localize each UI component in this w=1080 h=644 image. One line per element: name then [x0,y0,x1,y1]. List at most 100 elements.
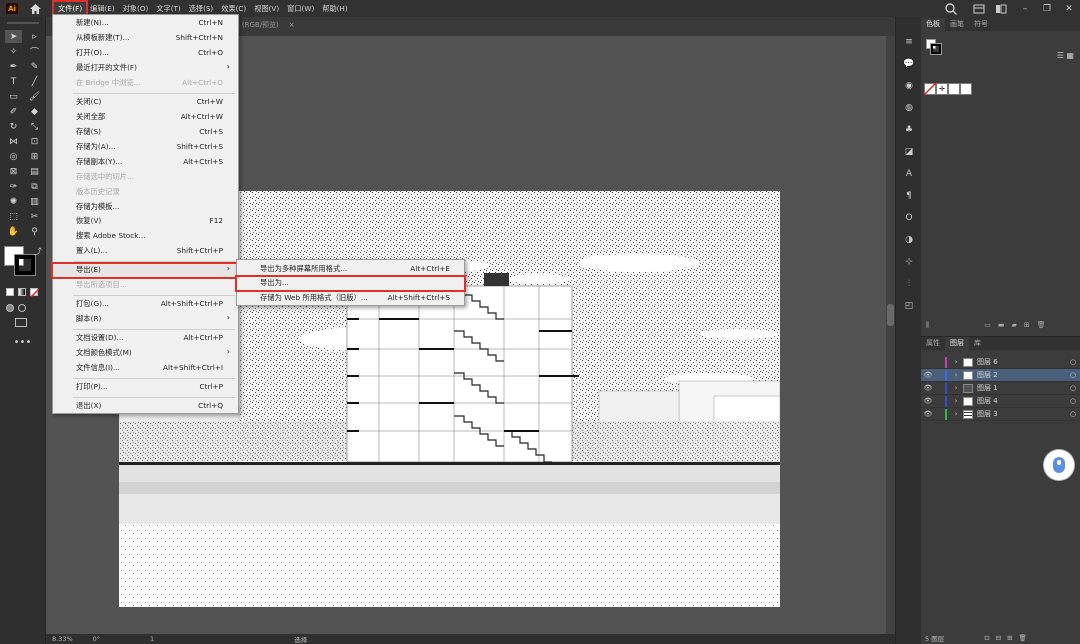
search-icon[interactable] [944,2,958,16]
shaper-tool-icon[interactable]: ✐ [5,105,22,118]
artboard-number[interactable]: 1 [150,635,154,643]
target-icon[interactable]: ○ [1066,371,1080,379]
magic-wand-tool-icon[interactable]: ✧ [5,45,22,58]
eraser-tool-icon[interactable]: ◆ [26,105,43,118]
workspace-icon[interactable] [994,2,1008,16]
opentype-icon[interactable]: O [896,207,922,229]
menu-item-export-as[interactable]: 导出为... [235,275,466,292]
zoom-tool-icon[interactable]: ⚲ [26,225,43,238]
menu-item-save-for-web[interactable]: 存储为 Web 所用格式（旧版）... Alt+Shift+Ctrl+S [237,292,464,305]
fill-stroke-control[interactable]: ⤴ [4,246,44,282]
width-tool-icon[interactable]: ⋈ [5,135,22,148]
layer-row[interactable]: 👁 › 图层 4 ○ [921,395,1080,408]
layer-row[interactable]: 👁 › 图层 3 ○ [921,408,1080,421]
target-icon[interactable]: ○ [1066,397,1080,405]
canvas-vertical-scrollbar[interactable] [886,36,895,634]
document-tab[interactable]: s (RGB/预览) × [236,20,295,36]
layer-name[interactable]: 图层 3 [977,409,1066,419]
zoom-level[interactable]: 8.33% [52,635,73,643]
menu-item-document-color-mode[interactable]: 文档颜色模式(M) › [53,347,238,360]
expand-arrow-icon[interactable]: › [951,384,961,392]
menu-icon[interactable]: ≡ [896,31,922,53]
screen-mode-icon[interactable] [15,318,27,327]
layer-row[interactable]: 👁 › 图层 2 ○ [921,369,1080,382]
gradient-mode-icon[interactable] [18,288,26,296]
layer-row[interactable]: 👁 › 图层 1 ○ [921,382,1080,395]
tab-libraries[interactable]: 库 [969,337,986,350]
tab-symbols[interactable]: 符号 [969,18,993,31]
menu-item-revert[interactable]: 恢复(V) F12 [53,215,238,228]
none-mode-icon[interactable] [30,288,39,297]
visibility-icon[interactable]: 👁 [921,397,935,405]
layer-name[interactable]: 图层 6 [977,357,1066,367]
arrange-documents-icon[interactable] [972,2,986,16]
shape-builder-tool-icon[interactable]: ◎ [5,150,22,163]
blend-tool-icon[interactable]: ⧉ [26,180,43,193]
new-group-icon[interactable]: ▬ [998,321,1005,330]
menu-item-save-as-template[interactable]: 存储为模板... [53,201,238,214]
menu-item-document-setup[interactable]: 文档设置(D)... Alt+Ctrl+P [53,332,238,345]
comments-icon[interactable]: 💬 [896,53,922,75]
visibility-icon[interactable]: 👁 [921,371,935,379]
close-icon[interactable]: ✕ [1062,2,1076,16]
character-icon[interactable]: A [896,163,922,185]
align-icon[interactable]: ⫶ [896,273,922,295]
color-mode-icon[interactable] [6,288,14,296]
menu-item-search-adobe-stock[interactable]: 搜索 Adobe Stock... [53,230,238,243]
target-icon[interactable]: ○ [1066,384,1080,392]
line-tool-icon[interactable]: ╱ [26,75,43,88]
home-icon[interactable] [30,3,41,14]
curvature-tool-icon[interactable]: ✎ [26,60,43,73]
tab-brushes[interactable]: 画笔 [945,18,969,31]
menu-item-scripts[interactable]: 脚本(R) › [53,313,238,326]
tab-close-icon[interactable]: × [289,21,295,29]
swatch-none[interactable] [924,83,936,95]
gradient-tool-icon[interactable]: ▤ [26,165,43,178]
swatch-white-2[interactable] [960,83,972,95]
layer-actions-icon[interactable]: ⊡⊟⊞🗑 [984,634,1033,642]
eyedropper-tool-icon[interactable]: ✑ [5,180,22,193]
target-icon[interactable]: ○ [1066,410,1080,418]
swatch-registration[interactable]: ✛ [936,83,948,95]
expand-arrow-icon[interactable]: › [951,371,961,379]
new-swatch-icon[interactable]: ⊞ [1024,321,1030,330]
color-icon[interactable]: ◉ [896,75,922,97]
pen-tool-icon[interactable]: ✒ [5,60,22,73]
toolbar-grip[interactable] [6,22,39,24]
menu-item-file-info[interactable]: 文件信息(I)... Alt+Shift+Ctrl+I [53,362,238,375]
edit-toolbar-icon[interactable]: ••• [0,337,45,348]
free-transform-tool-icon[interactable]: ⊡ [26,135,43,148]
expand-arrow-icon[interactable]: › [951,358,961,366]
menu-item-close[interactable]: 关闭(C) Ctrl+W [53,96,238,109]
transform-icon[interactable]: ⊹ [896,251,922,273]
layer-name[interactable]: 图层 4 [977,396,1066,406]
restore-icon[interactable]: ❐ [1040,2,1054,16]
paragraph-icon[interactable]: ¶ [896,185,922,207]
menu-item-open[interactable]: 打开(O)... Ctrl+O [53,47,238,60]
type-tool-icon[interactable]: T [5,75,22,88]
menu-item-export-for-screens[interactable]: 导出为多种屏幕所用格式... Alt+Ctrl+E [237,263,464,276]
draw-behind-icon[interactable] [18,304,26,312]
expand-arrow-icon[interactable]: › [951,397,961,405]
menu-item-save-copy[interactable]: 存储副本(Y)... Alt+Ctrl+S [53,156,238,169]
slice-tool-icon[interactable]: ✂ [26,210,43,223]
symbols-icon[interactable]: ♣ [896,119,922,141]
swatch-white[interactable] [948,83,960,95]
menu-item-export[interactable]: 导出(E) › [51,262,240,279]
layer-row[interactable]: › 图层 6 ○ [921,356,1080,369]
selection-tool-icon[interactable]: ➤ [5,30,22,43]
folder-icon[interactable]: ▰ [1011,321,1016,330]
list-view-icon[interactable]: ☰ ▦ [1057,51,1074,60]
menu-item-package[interactable]: 打包(G)... Alt+Shift+Ctrl+P [53,298,238,311]
minimize-icon[interactable]: – [1018,2,1032,16]
menu-item-exit[interactable]: 退出(X) Ctrl+Q [53,400,238,413]
lasso-tool-icon[interactable]: ⌒ [26,45,43,58]
artboard-tool-icon[interactable]: ⬚ [5,210,22,223]
delete-swatch-icon[interactable]: 🗑 [1037,321,1046,330]
target-icon[interactable]: ○ [1066,358,1080,366]
menu-item-print[interactable]: 打印(P)... Ctrl+P [53,381,238,394]
menu-item-new-from-template[interactable]: 从模板新建(T)... Shift+Ctrl+N [53,32,238,45]
tab-properties[interactable]: 属性 [921,337,945,350]
menu-item-close-all[interactable]: 关闭全部 Alt+Ctrl+W [53,111,238,124]
graphic-styles-icon[interactable]: ◪ [896,141,922,163]
